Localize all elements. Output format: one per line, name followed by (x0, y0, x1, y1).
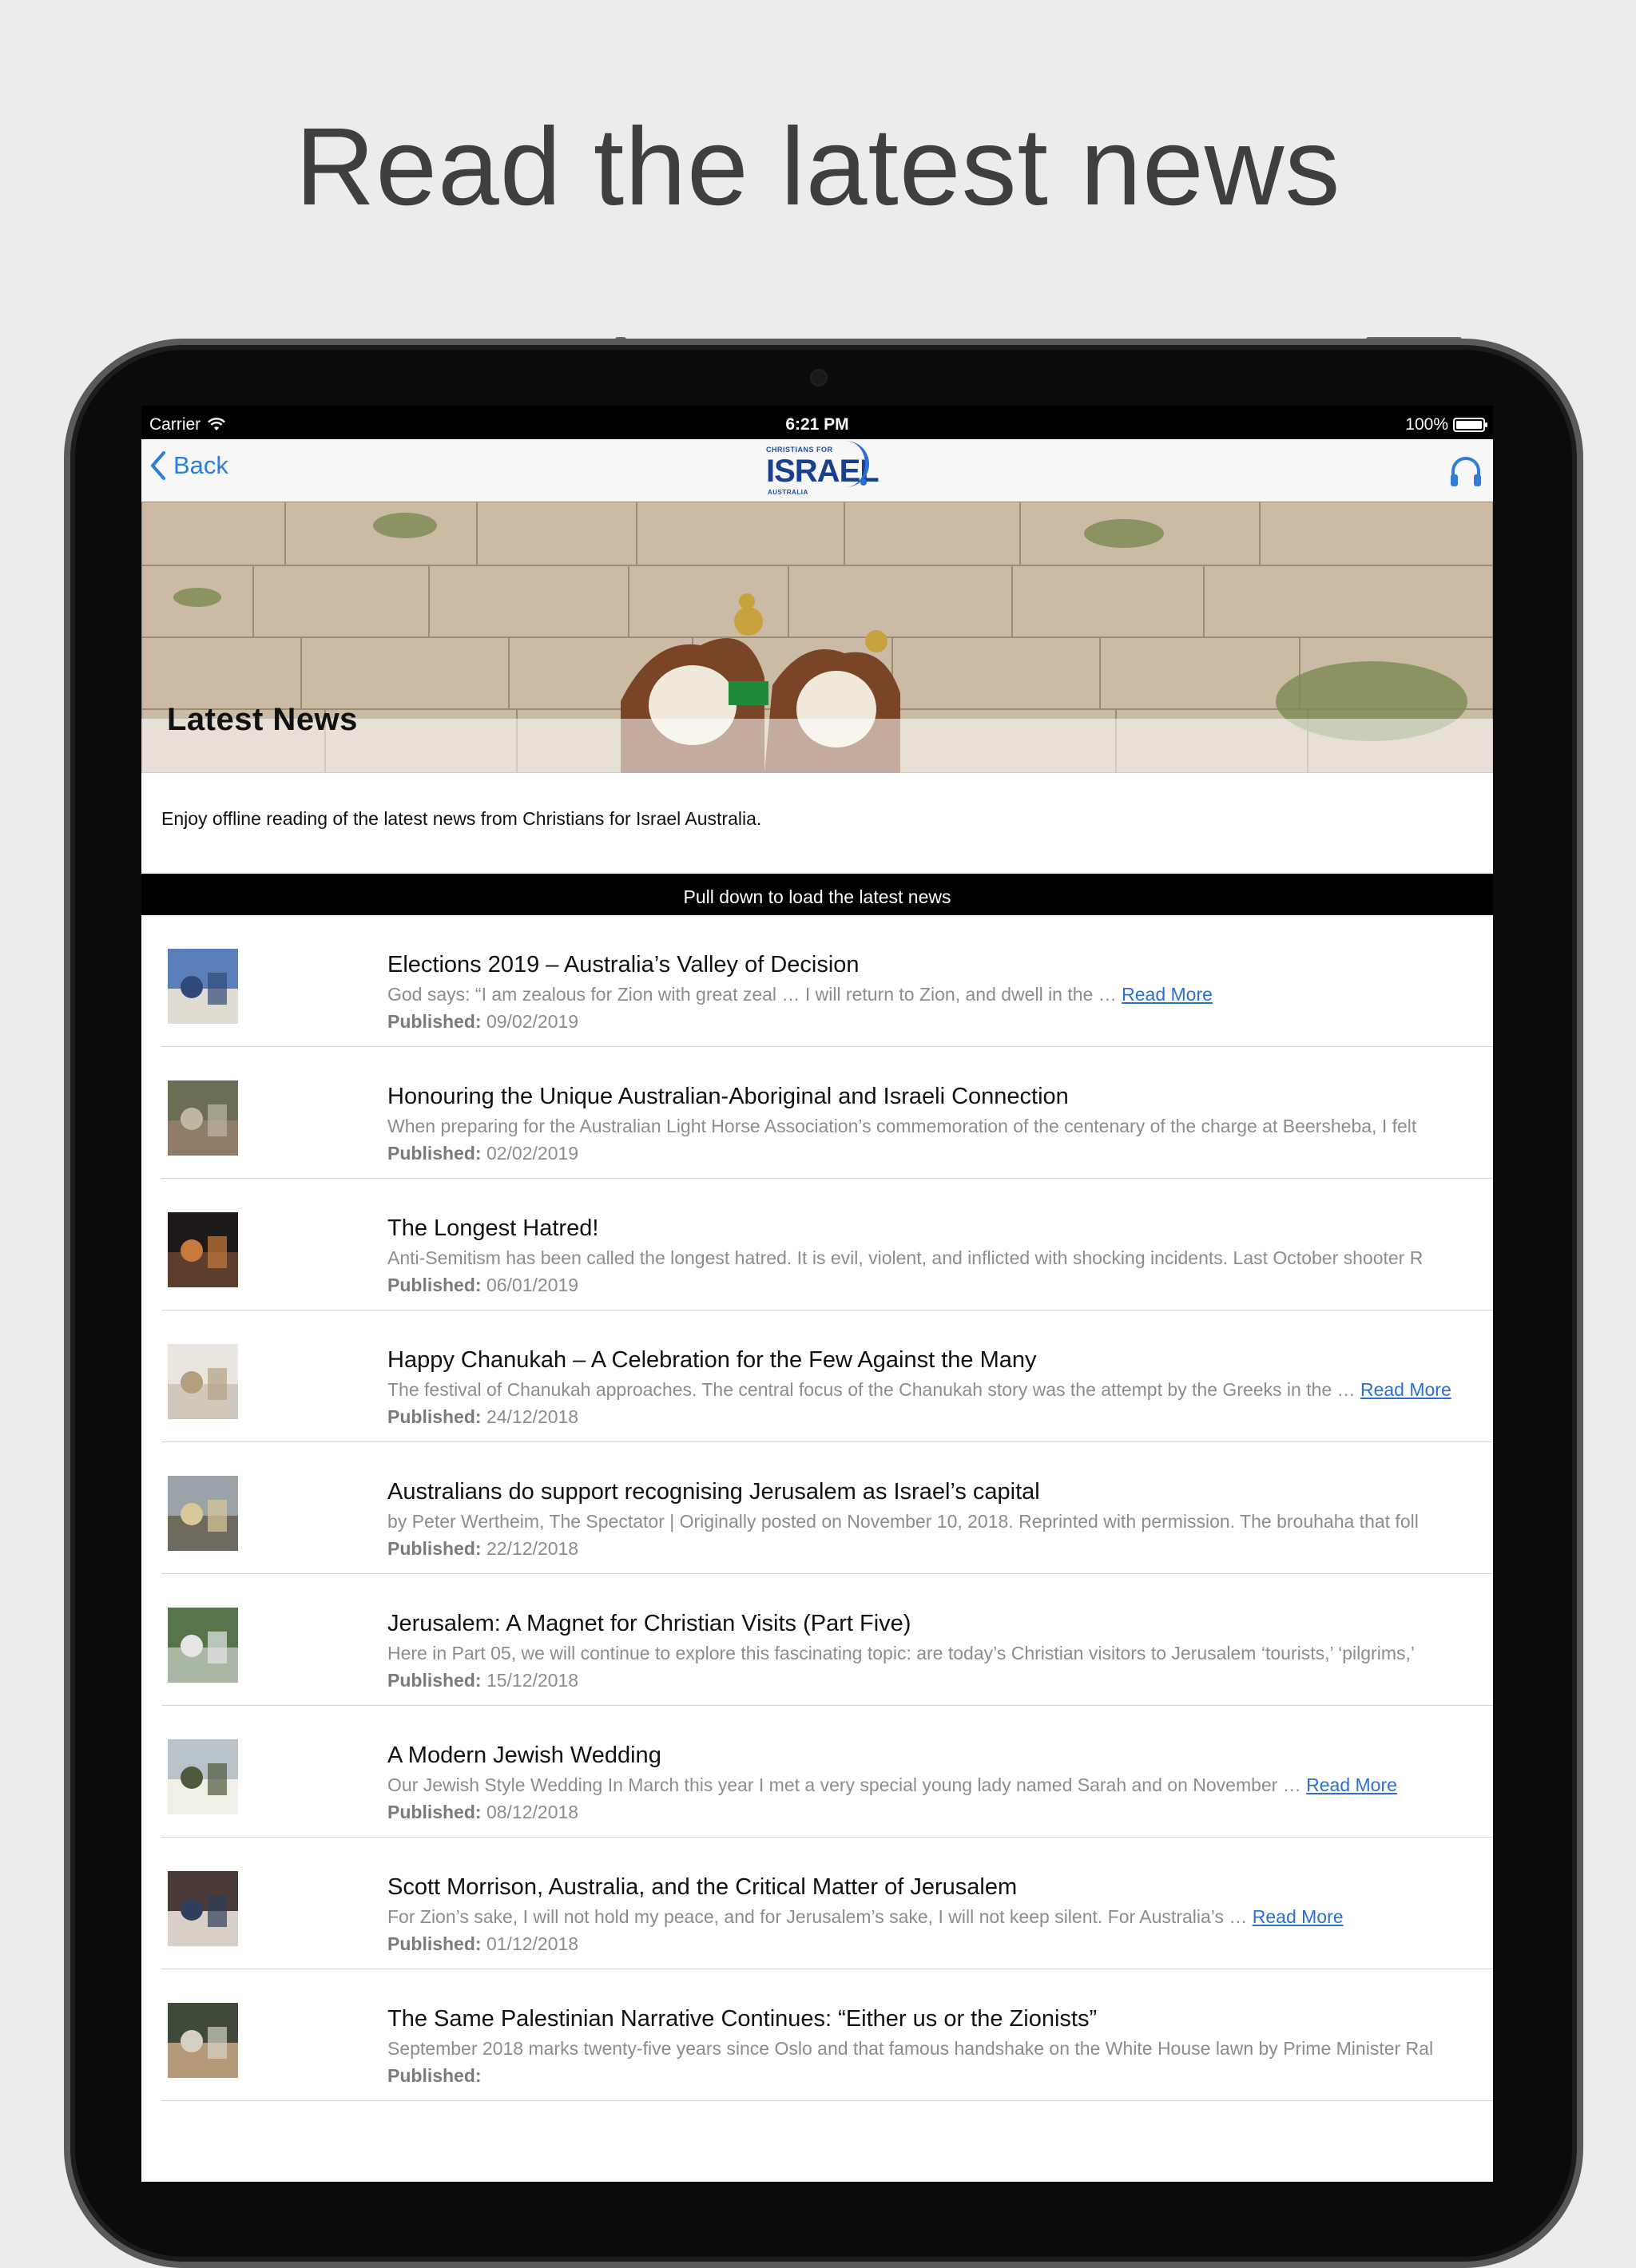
news-title: Honouring the Unique Australian-Aborigin… (387, 1084, 1069, 1109)
published-date: 01/12/2018 (486, 1933, 579, 1954)
news-title: Scott Morrison, Australia, and the Criti… (387, 1874, 1018, 1900)
news-excerpt: Here in Part 05, we will continue to exp… (387, 1643, 1473, 1664)
news-excerpt-text: God says: “I am zealous for Zion with gr… (387, 984, 1122, 1005)
status-bar: Carrier 6:21 PM 100% (141, 406, 1493, 439)
news-excerpt-text: September 2018 marks twenty-five years s… (387, 2038, 1434, 2059)
news-published: Published: 02/02/2019 (387, 1143, 578, 1164)
news-published: Published: 24/12/2018 (387, 1406, 578, 1428)
news-excerpt-text: by Peter Wertheim, The Spectator | Origi… (387, 1511, 1419, 1532)
news-title: Australians do support recognising Jerus… (387, 1479, 1040, 1505)
news-excerpt-text: The festival of Chanukah approaches. The… (387, 1379, 1360, 1400)
news-excerpt-text: Our Jewish Style Wedding In March this y… (387, 1774, 1307, 1795)
intro-panel: Enjoy offline reading of the latest news… (141, 773, 1493, 874)
news-excerpt: The festival of Chanukah approaches. The… (387, 1379, 1473, 1401)
news-item[interactable]: A Modern Jewish Wedding Our Jewish Style … (161, 1706, 1493, 1838)
news-excerpt: For Zion’s sake, I will not hold my peac… (387, 1906, 1473, 1928)
news-thumbnail (168, 949, 238, 1024)
news-excerpt-text: Anti-Semitism has been called the longes… (387, 1247, 1424, 1268)
section-title: Latest News (167, 702, 358, 737)
camera (810, 369, 828, 387)
nav-bar: Back CHRISTIANS FOR ISRAEL AUSTRALIA (141, 439, 1493, 502)
chevron-left-icon (151, 451, 165, 480)
published-date: 02/02/2019 (486, 1143, 579, 1164)
published-label: Published: (387, 1933, 482, 1954)
news-title: Happy Chanukah – A Celebration for the F… (387, 1347, 1037, 1373)
news-excerpt-text: For Zion’s sake, I will not hold my peac… (387, 1906, 1253, 1927)
published-label: Published: (387, 2065, 482, 2086)
published-label: Published: (387, 1275, 482, 1295)
intro-text: Enjoy offline reading of the latest news… (161, 808, 762, 829)
news-title: The Same Palestinian Narrative Continues… (387, 2006, 1098, 2032)
news-title: Elections 2019 – Australia’s Valley of D… (387, 952, 860, 977)
news-excerpt: God says: “I am zealous for Zion with gr… (387, 984, 1473, 1005)
headphones-icon[interactable] (1448, 454, 1483, 489)
news-item[interactable]: Jerusalem: A Magnet for Christian Visits… (161, 1574, 1493, 1706)
news-list: Elections 2019 – Australia’s Valley of D… (141, 915, 1493, 2182)
read-more-link[interactable]: Read More (1122, 984, 1213, 1005)
news-thumbnail (168, 1871, 238, 1946)
published-label: Published: (387, 1143, 482, 1164)
read-more-link[interactable]: Read More (1253, 1906, 1344, 1927)
news-published: Published: 08/12/2018 (387, 1802, 578, 1823)
app-logo: CHRISTIANS FOR ISRAEL AUSTRALIA (766, 439, 880, 498)
news-thumbnail (168, 2003, 238, 2078)
pull-to-refresh-hint: Pull down to load the latest news (141, 878, 1493, 915)
published-label: Published: (387, 1670, 482, 1691)
published-date: 15/12/2018 (486, 1670, 579, 1691)
news-published: Published: (387, 2065, 482, 2087)
news-item[interactable]: Elections 2019 – Australia’s Valley of D… (161, 915, 1493, 1047)
published-date: 22/12/2018 (486, 1538, 579, 1559)
news-item[interactable]: Australians do support recognising Jerus… (161, 1442, 1493, 1574)
news-title: A Modern Jewish Wedding (387, 1743, 661, 1768)
news-item[interactable]: Honouring the Unique Australian-Aborigin… (161, 1047, 1493, 1179)
logo-dot (860, 479, 867, 486)
screen: Carrier 6:21 PM 100% Back CHRISTIANS FOR… (141, 406, 1493, 2182)
news-thumbnail (168, 1344, 238, 1419)
published-date: 06/01/2019 (486, 1275, 579, 1295)
logo-tagline: CHRISTIANS FOR (766, 446, 833, 454)
news-published: Published: 22/12/2018 (387, 1538, 578, 1560)
news-thumbnail (168, 1080, 238, 1156)
news-excerpt-text: Here in Part 05, we will continue to exp… (387, 1643, 1415, 1663)
news-excerpt: When preparing for the Australian Light … (387, 1116, 1473, 1137)
news-thumbnail (168, 1212, 238, 1287)
published-label: Published: (387, 1802, 482, 1822)
back-label: Back (173, 451, 228, 479)
news-thumbnail (168, 1739, 238, 1814)
news-excerpt: September 2018 marks twenty-five years s… (387, 2038, 1473, 2060)
published-date: 24/12/2018 (486, 1406, 579, 1427)
news-title: Jerusalem: A Magnet for Christian Visits… (387, 1611, 911, 1636)
logo-subtitle: AUSTRALIA (768, 489, 808, 496)
battery-percent: 100% (1405, 415, 1448, 434)
news-item[interactable]: The Same Palestinian Narrative Continues… (161, 1969, 1493, 2101)
clock: 6:21 PM (785, 415, 849, 434)
news-published: Published: 15/12/2018 (387, 1670, 578, 1691)
news-published: Published: 01/12/2018 (387, 1933, 578, 1955)
news-thumbnail (168, 1608, 238, 1683)
published-label: Published: (387, 1406, 482, 1427)
news-excerpt-text: When preparing for the Australian Light … (387, 1116, 1417, 1136)
news-title: The Longest Hatred! (387, 1215, 599, 1241)
published-date: 09/02/2019 (486, 1011, 579, 1032)
back-button[interactable]: Back (149, 450, 228, 481)
read-more-link[interactable]: Read More (1360, 1379, 1451, 1400)
published-label: Published: (387, 1538, 482, 1559)
published-date: 08/12/2018 (486, 1802, 579, 1822)
news-published: Published: 09/02/2019 (387, 1011, 578, 1033)
battery-icon (1453, 418, 1487, 432)
news-thumbnail (168, 1476, 238, 1551)
news-excerpt: Our Jewish Style Wedding In March this y… (387, 1774, 1473, 1796)
news-excerpt: Anti-Semitism has been called the longes… (387, 1247, 1473, 1269)
read-more-link[interactable]: Read More (1306, 1774, 1397, 1795)
news-item[interactable]: The Longest Hatred! Anti-Semitism has bee… (161, 1179, 1493, 1310)
published-label: Published: (387, 1011, 482, 1032)
news-item[interactable]: Happy Chanukah – A Celebration for the F… (161, 1310, 1493, 1442)
news-item[interactable]: Scott Morrison, Australia, and the Criti… (161, 1838, 1493, 1969)
news-excerpt: by Peter Wertheim, The Spectator | Origi… (387, 1511, 1473, 1532)
headline: Read the latest news (295, 105, 1341, 228)
news-published: Published: 06/01/2019 (387, 1275, 578, 1296)
